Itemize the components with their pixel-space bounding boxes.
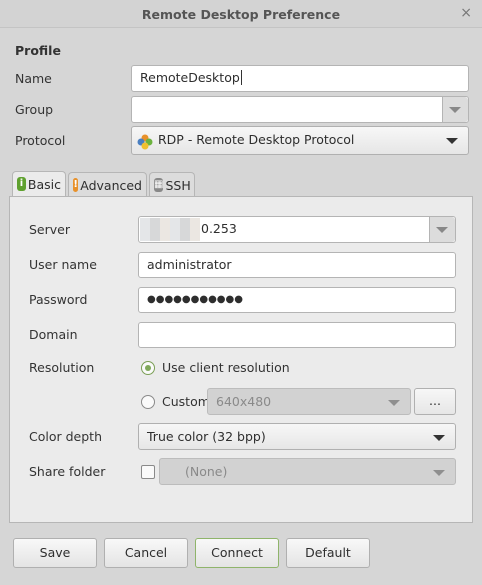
password-input[interactable]: ●●●●●●●●●●● bbox=[138, 287, 456, 313]
window-title: Remote Desktop Preference bbox=[141, 7, 341, 22]
default-button[interactable]: Default bbox=[286, 538, 370, 568]
group-combo[interactable] bbox=[131, 96, 469, 123]
custom-resolution-label[interactable]: Custom bbox=[162, 394, 210, 409]
protocol-value: RDP - Remote Desktop Protocol bbox=[158, 132, 355, 147]
protocol-select[interactable]: RDP - Remote Desktop Protocol bbox=[131, 126, 469, 155]
chevron-down-icon bbox=[433, 470, 445, 476]
tab-ssh[interactable]: ▦ SSH bbox=[149, 172, 195, 198]
custom-resolution-radio[interactable] bbox=[141, 395, 155, 409]
server-label: Server bbox=[29, 222, 70, 237]
chevron-down-icon bbox=[436, 227, 448, 233]
name-value: RemoteDesktop bbox=[140, 70, 240, 85]
color-depth-label: Color depth bbox=[29, 429, 102, 444]
share-folder-checkbox[interactable] bbox=[141, 465, 155, 479]
color-depth-select[interactable]: True color (32 bpp) bbox=[138, 423, 456, 450]
server-dropdown-button[interactable] bbox=[429, 217, 455, 242]
group-dropdown-button[interactable] bbox=[442, 97, 468, 122]
rdp-icon bbox=[137, 134, 153, 150]
chevron-down-icon bbox=[433, 435, 445, 441]
terminal-icon: ▦ bbox=[154, 178, 164, 192]
server-value: 0.253 bbox=[201, 221, 237, 236]
close-icon[interactable]: × bbox=[460, 5, 472, 21]
share-folder-value: (None) bbox=[185, 464, 228, 479]
client-resolution-radio[interactable] bbox=[141, 361, 155, 375]
connect-button[interactable]: Connect bbox=[195, 538, 279, 568]
custom-resolution-select[interactable]: 640x480 bbox=[207, 388, 411, 415]
username-label: User name bbox=[29, 257, 97, 272]
tab-advanced[interactable]: ! Advanced bbox=[68, 172, 147, 198]
chevron-down-icon bbox=[449, 107, 461, 113]
custom-resolution-value: 640x480 bbox=[216, 394, 272, 409]
server-combo[interactable]: 0.253 bbox=[138, 216, 456, 243]
share-folder-label: Share folder bbox=[29, 464, 106, 479]
tab-label: Advanced bbox=[80, 178, 142, 193]
blurred-region bbox=[140, 218, 200, 241]
warning-icon: ! bbox=[73, 178, 79, 192]
username-input[interactable]: administrator bbox=[138, 252, 456, 278]
client-resolution-label[interactable]: Use client resolution bbox=[162, 360, 290, 375]
profile-heading: Profile bbox=[15, 43, 61, 58]
chevron-down-icon bbox=[388, 400, 400, 406]
resolution-more-button[interactable]: ... bbox=[414, 388, 456, 415]
save-button[interactable]: Save bbox=[13, 538, 97, 568]
cancel-button[interactable]: Cancel bbox=[104, 538, 188, 568]
domain-input[interactable] bbox=[138, 322, 456, 348]
password-label: Password bbox=[29, 292, 88, 307]
color-depth-value: True color (32 bpp) bbox=[147, 429, 266, 444]
name-label: Name bbox=[15, 71, 52, 86]
group-label: Group bbox=[15, 102, 54, 117]
name-input[interactable]: RemoteDesktop bbox=[131, 65, 469, 92]
protocol-label: Protocol bbox=[15, 133, 66, 148]
domain-label: Domain bbox=[29, 327, 78, 342]
share-folder-select[interactable]: (None) bbox=[159, 458, 456, 485]
tab-basic[interactable]: i Basic bbox=[12, 171, 66, 196]
tab-label: SSH bbox=[165, 178, 191, 193]
info-icon: i bbox=[17, 177, 26, 191]
tab-label: Basic bbox=[27, 177, 61, 192]
resolution-label: Resolution bbox=[29, 360, 95, 375]
chevron-down-icon bbox=[446, 138, 458, 144]
